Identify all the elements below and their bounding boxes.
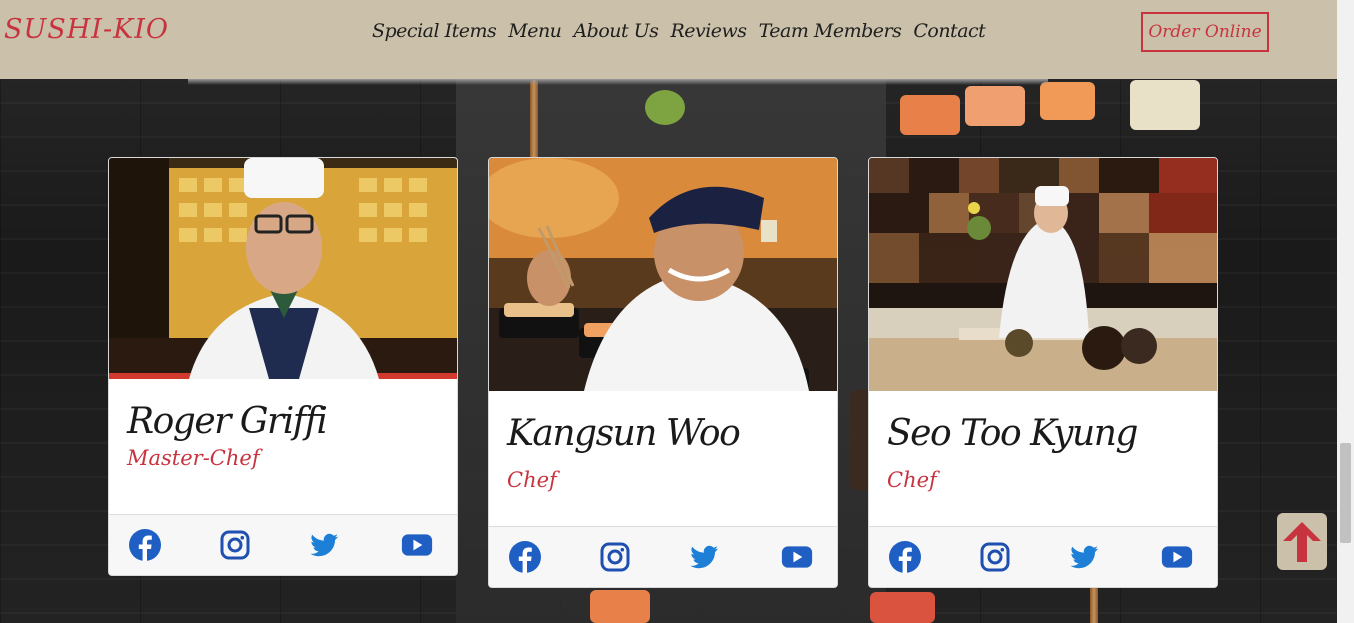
instagram-icon[interactable] [979,541,1011,573]
facebook-icon[interactable] [509,541,541,573]
youtube-icon[interactable] [781,541,813,573]
card-body: Roger Griffi Master-Chef [109,401,457,470]
card-body: Kangsun Woo Chef [489,413,837,492]
youtube-icon[interactable] [401,529,433,561]
team-card: Roger Griffi Master-Chef [108,157,458,576]
page-scrollbar[interactable] [1337,0,1354,623]
chef-role: Chef [887,468,937,492]
nav-link-team-members[interactable]: Team Members [759,20,902,42]
card-body: Seo Too Kyung Chef [869,413,1217,492]
chef-name: Roger Griffi [127,401,328,442]
chef-photo [869,158,1217,391]
facebook-icon[interactable] [889,541,921,573]
sushi-piece [1130,80,1200,130]
nav-link-menu[interactable]: Menu [508,20,562,42]
nav-links: Special Items Menu About Us Reviews Team… [372,20,986,42]
social-links [489,526,837,587]
sushi-piece [870,592,935,623]
sushi-piece [900,95,960,135]
scrollbar-thumb[interactable] [1340,443,1351,543]
soy-dish [850,390,870,490]
navbar-shadow [188,79,1048,85]
navbar: SUSHI-KIO Special Items Menu About Us Re… [0,0,1337,79]
facebook-icon[interactable] [129,529,161,561]
chef-role: Master-Chef [127,446,260,470]
back-to-top-button[interactable] [1277,513,1327,570]
nav-link-reviews[interactable]: Reviews [670,20,747,42]
twitter-icon[interactable] [1068,541,1100,573]
instagram-icon[interactable] [599,541,631,573]
twitter-icon[interactable] [308,529,340,561]
sushi-piece [965,86,1025,126]
arrow-up-icon [1283,521,1321,562]
nav-link-about-us[interactable]: About Us [573,20,659,42]
order-online-button[interactable]: Order Online [1141,12,1269,52]
instagram-icon[interactable] [219,529,251,561]
chef-name: Kangsun Woo [507,413,741,454]
twitter-icon[interactable] [688,541,720,573]
social-links [109,514,457,575]
team-card: Kangsun Woo Chef [488,157,838,588]
chef-photo [489,158,837,391]
nav-link-contact[interactable]: Contact [913,20,985,42]
team-card: Seo Too Kyung Chef [868,157,1218,588]
chef-photo [109,158,457,379]
nav-link-special-items[interactable]: Special Items [372,20,497,42]
sushi-piece [1040,82,1095,120]
social-links [869,526,1217,587]
wasabi [645,90,685,125]
chef-role: Chef [507,468,557,492]
sushi-piece [590,590,650,623]
brand-logo[interactable]: SUSHI-KIO [4,14,169,45]
youtube-icon[interactable] [1161,541,1193,573]
chef-name: Seo Too Kyung [887,413,1138,454]
